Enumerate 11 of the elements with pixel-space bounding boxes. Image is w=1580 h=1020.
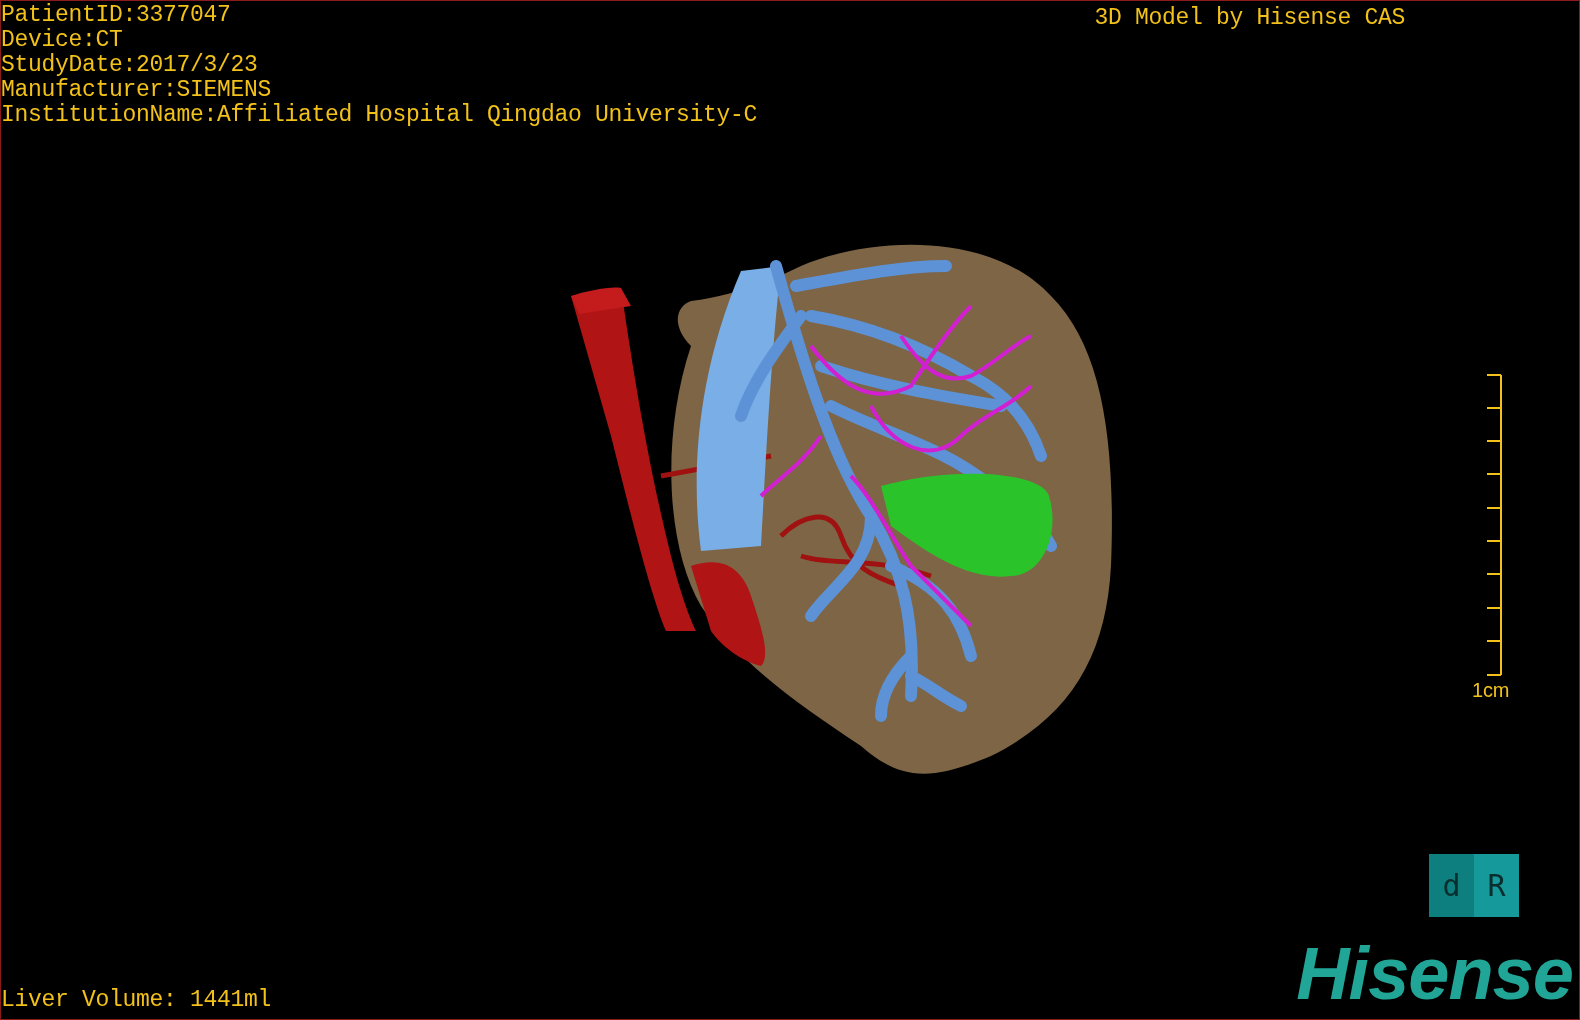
study-info-line: StudyDate:2017/3/23 — [1, 53, 259, 78]
cube-face-label: R — [1487, 867, 1506, 905]
study-info-line: InstitutionName:Affiliated Hospital Qingdao University-C — [1, 103, 758, 128]
logo: Hisense — [1296, 939, 1573, 1009]
study-info-line: PatientID:3377047 — [1, 3, 232, 28]
viewer-title: 3D Model by Hisense CAS — [1094, 6, 1405, 33]
cube-face-label: d — [1442, 867, 1461, 905]
liver-volume: Liver Volume: 1441ml — [1, 988, 272, 1013]
scale-label: 1cm — [1472, 678, 1509, 703]
study-info-line: Device:CT — [1, 28, 124, 53]
study-info-line: Manufacturer:SIEMENS — [1, 78, 273, 103]
